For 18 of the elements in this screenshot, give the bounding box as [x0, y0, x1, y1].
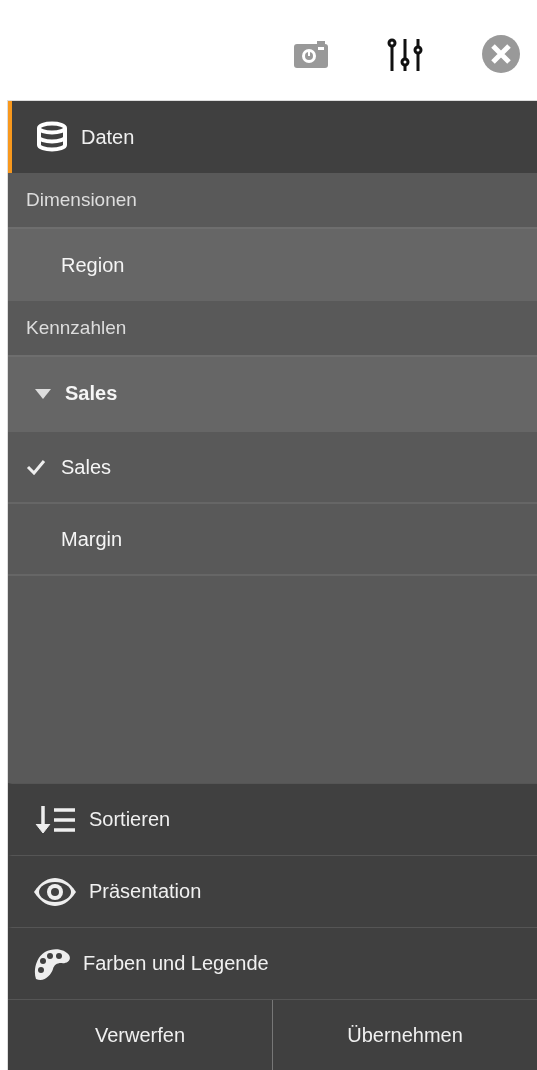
field-item[interactable]: Margin: [8, 502, 537, 574]
camera-icon[interactable]: [293, 38, 329, 69]
section-header[interactable]: Daten: [8, 101, 537, 173]
database-icon: [35, 121, 69, 153]
sort-icon: [33, 803, 77, 836]
section-header[interactable]: Sortieren: [8, 783, 537, 855]
check-icon: [25, 459, 46, 475]
field-item[interactable]: Sales: [8, 430, 537, 502]
group-heading: Dimensionen: [8, 173, 537, 227]
palette-icon: [33, 946, 71, 981]
close-icon[interactable]: [481, 33, 521, 74]
section-header[interactable]: Farben und Legende: [8, 927, 537, 999]
field-item[interactable]: Sales: [8, 355, 537, 430]
section-header[interactable]: Präsentation: [8, 855, 537, 927]
group-heading: Kennzahlen: [8, 301, 537, 355]
field-item[interactable]: Region: [8, 227, 537, 301]
caret-icon: [35, 388, 51, 399]
eye-icon: [33, 876, 77, 907]
